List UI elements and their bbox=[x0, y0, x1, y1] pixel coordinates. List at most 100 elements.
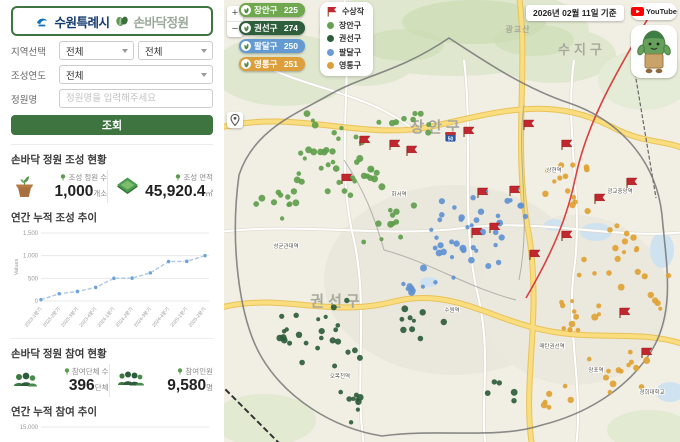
app-name: 손바닥정원 bbox=[134, 12, 189, 31]
participation-section-title: 손바닥 정원 참여 현황 bbox=[11, 338, 213, 361]
legend-label: 수상작 bbox=[342, 6, 364, 17]
svg-text:2023-2분기: 2023-2분기 bbox=[41, 306, 62, 329]
org-count-stat: 참여단체 수 396단체 bbox=[11, 364, 109, 397]
leaf-bullet-icon bbox=[60, 174, 66, 181]
my-location-button[interactable] bbox=[227, 112, 243, 128]
svg-text:2023-1분기: 2023-1분기 bbox=[23, 306, 44, 329]
people-count-label-row: 참여인원 bbox=[148, 366, 214, 377]
map-legend: 수상작장안구권선구팔달구영통구 bbox=[320, 2, 373, 76]
area-icon bbox=[114, 173, 141, 200]
region-select-1-value: 전체 bbox=[66, 44, 83, 58]
creation-stats: 조성 정원 수 1,000개소 조성 면적 45,920.4㎡ bbox=[11, 170, 213, 203]
station-label: 상현역 bbox=[546, 166, 561, 174]
garden-area-stat: 조성 면적 45,920.4㎡ bbox=[107, 170, 213, 203]
year-select[interactable]: 전체 bbox=[59, 65, 213, 84]
people-icon bbox=[116, 368, 144, 392]
svg-text:2025-2분기: 2025-2분기 bbox=[187, 306, 208, 329]
hand-icon bbox=[241, 59, 251, 69]
leaf-bullet-icon bbox=[64, 368, 70, 375]
region-select-2[interactable]: 전체 bbox=[138, 41, 213, 60]
org-count-label-row: 참여단체 수 bbox=[43, 366, 109, 377]
svg-text:2024-3분기: 2024-3분기 bbox=[132, 306, 153, 329]
svg-text:1,000: 1,000 bbox=[23, 253, 39, 259]
district-badge-팔달구[interactable]: 팔달구250 bbox=[239, 39, 305, 53]
badge-district-name: 영통구 bbox=[254, 58, 277, 70]
creation-trend-title: 연간 누적 조성 추이 bbox=[11, 210, 213, 225]
station-label: 수원역 bbox=[444, 306, 459, 314]
region-select-2-value: 전체 bbox=[145, 44, 162, 58]
district-badge-장안구[interactable]: 장안구225 bbox=[239, 3, 305, 17]
map-canvas[interactable]: 장안구권선구수지구광교산 화서역수원역오목천역매탄권선역망포역경희대학교광교중앙… bbox=[224, 0, 680, 442]
legend-dot bbox=[327, 62, 334, 69]
suwon-city-logo bbox=[35, 14, 49, 28]
station-label: 광교중앙역 bbox=[607, 187, 632, 195]
garden-count-label-row: 조성 정원 수 bbox=[42, 172, 107, 183]
flower-pot-icon bbox=[11, 173, 38, 200]
city-name: 수원특례시 bbox=[54, 12, 109, 31]
hand-icon bbox=[241, 41, 251, 51]
leaf-bullet-icon bbox=[175, 174, 181, 181]
garden-area-value: 45,920.4㎡ bbox=[145, 183, 213, 201]
legend-item-팔달구: 팔달구 bbox=[327, 46, 364, 60]
people-count-value: 9,580명 bbox=[148, 377, 214, 395]
filter-year-row: 조성연도 전체 bbox=[11, 65, 213, 84]
expressway-shield: 50 bbox=[445, 132, 456, 143]
svg-text:50: 50 bbox=[448, 137, 454, 143]
hand-icon bbox=[241, 23, 251, 33]
leaf-bullet-icon bbox=[177, 368, 183, 375]
year-label: 조성연도 bbox=[11, 68, 55, 82]
legend-label: 권선구 bbox=[339, 33, 361, 44]
org-count-label: 참여단체 수 bbox=[72, 366, 109, 377]
map-area-label: 광교산 bbox=[505, 24, 530, 34]
svg-text:2024-4분기: 2024-4분기 bbox=[150, 306, 171, 329]
svg-text:Values: Values bbox=[14, 258, 20, 275]
year-select-value: 전체 bbox=[66, 68, 83, 82]
search-button[interactable]: 조회 bbox=[11, 115, 213, 135]
station-label: 화서역 bbox=[391, 190, 406, 198]
dashboard: 수원특례시 손바닥정원 지역선택 전체 전체 조성연도 전체 정원명 bbox=[0, 0, 680, 442]
district-badge-권선구[interactable]: 권선구274 bbox=[239, 21, 305, 35]
group-icon bbox=[11, 368, 39, 392]
region-select-1[interactable]: 전체 bbox=[59, 41, 134, 60]
legend-item-권선구: 권선구 bbox=[327, 32, 364, 46]
station-label: 망포역 bbox=[588, 366, 603, 374]
participation-trend-chart: 05,00010,00015,000Values2023-1분기2023-2분기… bbox=[11, 421, 213, 442]
svg-text:1,500: 1,500 bbox=[23, 231, 39, 237]
district-badge-영통구[interactable]: 영통구 251 bbox=[239, 57, 305, 71]
filter-region-row: 지역선택 전체 전체 bbox=[11, 41, 213, 60]
sidebar: 수원특례시 손바닥정원 지역선택 전체 전체 조성연도 전체 정원명 bbox=[0, 0, 224, 442]
creation-section-title: 손바닥 정원 조성 현황 bbox=[11, 144, 213, 167]
location-pin-icon bbox=[230, 114, 240, 126]
cactus-mascot-icon bbox=[634, 28, 674, 75]
youtube-button[interactable]: YouTube bbox=[631, 3, 677, 20]
app-header: 수원특례시 손바닥정원 bbox=[11, 6, 213, 36]
map-area-label: 권선구 bbox=[310, 292, 363, 310]
badge-district-name: 권선구 bbox=[254, 22, 277, 34]
youtube-label: YouTube bbox=[646, 7, 677, 16]
svg-text:15,000: 15,000 bbox=[20, 425, 39, 431]
garden-count-label: 조성 정원 수 bbox=[68, 172, 107, 183]
garden-name-input[interactable] bbox=[59, 89, 213, 108]
region-label: 지역선택 bbox=[11, 44, 55, 58]
badge-count: 251 bbox=[284, 59, 298, 69]
svg-text:2023-4분기: 2023-4분기 bbox=[78, 306, 99, 329]
svg-text:0: 0 bbox=[35, 299, 39, 305]
station-label: 오목천역 bbox=[330, 372, 350, 380]
svg-text:2024-2분기: 2024-2분기 bbox=[114, 306, 135, 329]
map-area-label: 수지구 bbox=[558, 42, 606, 57]
garden-count-value: 1,000개소 bbox=[42, 183, 107, 201]
filter-name-row: 정원명 bbox=[11, 89, 213, 108]
legend-item-영통구: 영통구 bbox=[327, 59, 364, 73]
garden-name-label: 정원명 bbox=[11, 92, 55, 106]
svg-text:2024-1분기: 2024-1분기 bbox=[96, 306, 117, 329]
svg-text:500: 500 bbox=[28, 276, 39, 282]
garden-logo-leaf-icon bbox=[115, 14, 129, 28]
people-count-label: 참여인원 bbox=[185, 366, 213, 377]
district-badges: 장안구225 권선구274 팔달구250 영통구 251 bbox=[239, 3, 305, 75]
badge-district-name: 장안구 bbox=[254, 4, 277, 16]
garden-count-stat: 조성 정원 수 1,000개소 bbox=[11, 170, 107, 203]
as-of-date: 2026년 02월 11일 기준 bbox=[526, 5, 624, 21]
participation-trend-title: 연간 누적 참여 추이 bbox=[11, 404, 213, 419]
garden-area-label: 조성 면적 bbox=[183, 172, 213, 183]
legend-dot bbox=[327, 35, 334, 42]
